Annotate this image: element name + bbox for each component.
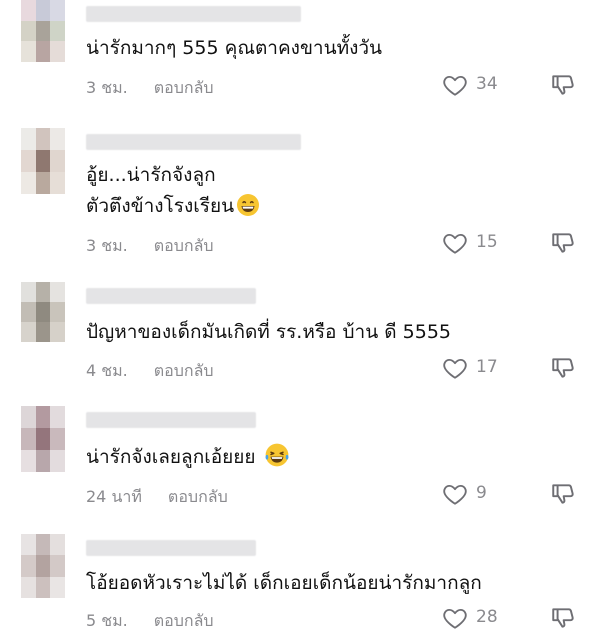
dislike-icon[interactable] [550, 605, 576, 631]
dislike-icon[interactable] [550, 72, 576, 98]
heart-icon[interactable] [440, 605, 470, 631]
comment-text: ปัญหาของเด็กมันเกิดที่ รร.หรือ บ้าน ดี 5… [86, 321, 451, 343]
username[interactable] [86, 6, 301, 22]
reply-button[interactable]: ตอบกลับ [154, 361, 214, 380]
reply-button[interactable]: ตอบกลับ [154, 611, 214, 630]
username[interactable] [86, 134, 301, 150]
avatar[interactable] [21, 0, 65, 62]
like-count: 34 [476, 74, 498, 94]
username[interactable] [86, 540, 256, 556]
comment-meta: 3 ชม. ตอบกลับ [86, 76, 214, 101]
timestamp: 3 ชม. [86, 78, 128, 97]
avatar[interactable] [21, 534, 65, 598]
comment-text: อู้ย...น่ารักจังลูก ตัวตึงข้างโรงเรียน [86, 160, 260, 222]
dislike-icon[interactable] [550, 355, 576, 381]
timestamp: 5 ชม. [86, 611, 128, 630]
comment-meta: 5 ชม. ตอบกลับ [86, 609, 214, 634]
laughing-tears-icon [265, 443, 289, 467]
avatar[interactable] [21, 406, 65, 472]
like-count: 15 [476, 232, 498, 252]
comment-meta: 3 ชม. ตอบกลับ [86, 234, 214, 259]
like-count: 28 [476, 607, 498, 627]
comment-meta: 4 ชม. ตอบกลับ [86, 359, 214, 384]
grinning-face-icon [237, 194, 260, 216]
timestamp: 3 ชม. [86, 236, 128, 255]
comment-text: น่ารักมากๆ 555 คุณตาคงขานทั้งวัน [86, 37, 383, 59]
comment-meta: 24 นาที ตอบกลับ [86, 485, 228, 510]
heart-icon[interactable] [440, 230, 470, 256]
heart-icon[interactable] [440, 355, 470, 381]
comment-text: โอ้ยอดหัวเราะไม่ได้ เด็กเอยเด็กน้อยน่ารั… [86, 572, 482, 594]
comment-text: น่ารักจังเลยลูกเอ้ยยย [86, 442, 290, 473]
dislike-icon[interactable] [550, 230, 576, 256]
avatar[interactable] [21, 282, 65, 342]
username[interactable] [86, 288, 256, 304]
heart-icon[interactable] [440, 72, 470, 98]
avatar[interactable] [21, 128, 65, 194]
heart-icon[interactable] [440, 481, 470, 507]
reply-button[interactable]: ตอบกลับ [154, 236, 214, 255]
username[interactable] [86, 412, 256, 428]
dislike-icon[interactable] [550, 481, 576, 507]
timestamp: 24 นาที [86, 487, 142, 506]
reply-button[interactable]: ตอบกลับ [154, 78, 214, 97]
timestamp: 4 ชม. [86, 361, 128, 380]
like-count: 17 [476, 357, 498, 377]
reply-button[interactable]: ตอบกลับ [168, 487, 228, 506]
like-count: 9 [476, 483, 487, 503]
